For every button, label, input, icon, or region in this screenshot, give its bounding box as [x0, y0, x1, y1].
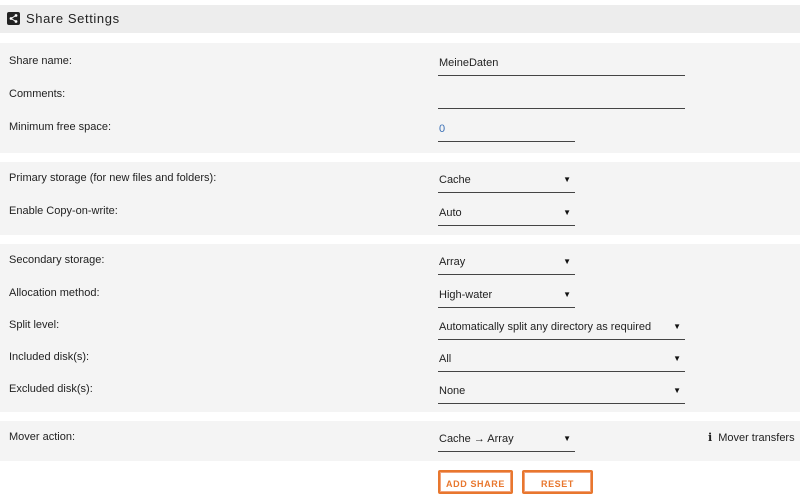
copy-on-write-value: Auto	[439, 207, 462, 219]
chevron-down-icon: ▼	[563, 434, 571, 443]
share-name-input[interactable]: MeineDaten	[438, 55, 685, 76]
split-level-value: Automatically split any directory as req…	[439, 321, 652, 333]
mover-info: i Mover transfers	[708, 431, 795, 444]
copy-on-write-select[interactable]: Auto ▼	[438, 205, 575, 226]
secondary-storage-label: Secondary storage:	[9, 254, 105, 266]
mover-info-text: Mover transfers	[718, 432, 795, 444]
chevron-down-icon: ▼	[673, 322, 681, 331]
comments-label: Comments:	[9, 88, 66, 100]
share-name-value: MeineDaten	[439, 57, 499, 69]
mover-action-select[interactable]: Cache → Array ▼	[438, 431, 575, 452]
row-secondary-storage: Secondary storage: Array ▼	[0, 254, 800, 284]
primary-storage-value: Cache	[439, 174, 471, 186]
row-mover-action: Mover action: Cache → Array ▼ i Mover tra…	[0, 431, 800, 461]
included-disks-label: Included disk(s):	[9, 351, 90, 363]
row-excluded-disks: Excluded disk(s): None ▼	[0, 383, 800, 413]
allocation-method-value: High-water	[439, 289, 493, 301]
mover-action-label: Mover action:	[9, 431, 76, 443]
excluded-disks-label: Excluded disk(s):	[9, 383, 93, 395]
min-free-space-label: Minimum free space:	[9, 121, 112, 133]
split-level-select[interactable]: Automatically split any directory as req…	[438, 319, 685, 340]
row-split-level: Split level: Automatically split any dir…	[0, 319, 800, 349]
split-level-label: Split level:	[9, 319, 60, 331]
row-allocation-method: Allocation method: High-water ▼	[0, 287, 800, 317]
primary-storage-select[interactable]: Cache ▼	[438, 172, 575, 193]
add-share-button[interactable]: ADD SHARE	[438, 470, 513, 494]
chevron-down-icon: ▼	[673, 354, 681, 363]
row-primary-storage: Primary storage (for new files and folde…	[0, 172, 800, 202]
page-title: Share Settings	[26, 11, 120, 26]
row-included-disks: Included disk(s): All ▼	[0, 351, 800, 381]
excluded-disks-value: None	[439, 385, 466, 397]
min-free-space-input[interactable]: 0	[438, 121, 575, 142]
included-disks-select[interactable]: All ▼	[438, 351, 685, 372]
comments-input[interactable]	[438, 88, 685, 109]
allocation-method-select[interactable]: High-water ▼	[438, 287, 575, 308]
chevron-down-icon: ▼	[563, 208, 571, 217]
included-disks-value: All	[439, 353, 452, 365]
info-icon: i	[708, 431, 713, 444]
row-min-free-space: Minimum free space: 0	[0, 121, 800, 151]
share-settings-header: Share Settings	[0, 5, 800, 33]
mover-action-value: Cache → Array	[439, 433, 514, 445]
chevron-down-icon: ▼	[563, 290, 571, 299]
chevron-down-icon: ▼	[673, 386, 681, 395]
reset-button[interactable]: RESET	[522, 470, 593, 494]
row-copy-on-write: Enable Copy-on-write: Auto ▼	[0, 205, 800, 235]
excluded-disks-select[interactable]: None ▼	[438, 383, 685, 404]
primary-storage-label: Primary storage (for new files and folde…	[9, 172, 217, 184]
chevron-down-icon: ▼	[563, 175, 571, 184]
row-comments: Comments:	[0, 88, 800, 118]
secondary-storage-select[interactable]: Array ▼	[438, 254, 575, 275]
share-name-label: Share name:	[9, 55, 72, 67]
row-share-name: Share name: MeineDaten	[0, 55, 800, 85]
copy-on-write-label: Enable Copy-on-write:	[9, 205, 118, 217]
share-icon	[7, 12, 20, 25]
chevron-down-icon: ▼	[563, 257, 571, 266]
allocation-method-label: Allocation method:	[9, 287, 100, 299]
share-settings-page: Share Settings Share name: MeineDaten Co…	[0, 0, 800, 500]
secondary-storage-value: Array	[439, 256, 466, 268]
min-free-space-value: 0	[439, 123, 446, 135]
